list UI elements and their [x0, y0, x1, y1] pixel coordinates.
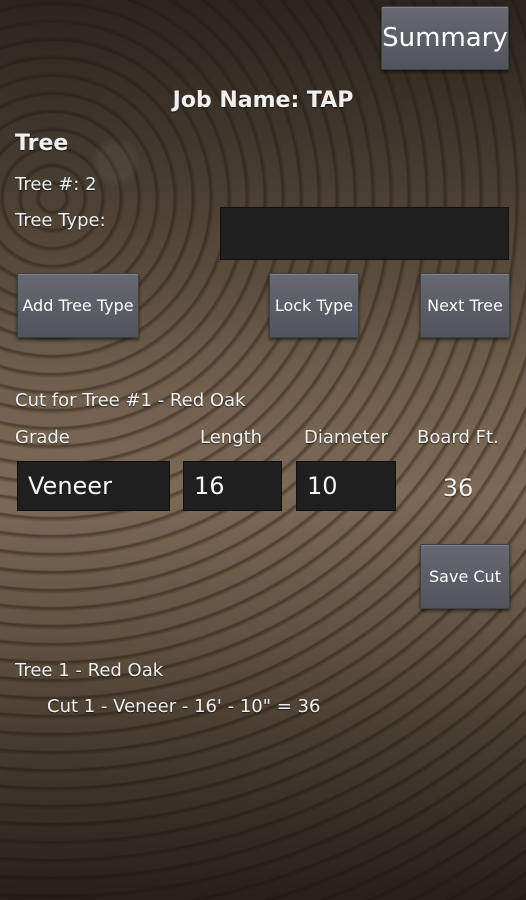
cut-heading: Cut for Tree #1 - Red Oak	[15, 390, 246, 411]
diameter-field[interactable]: 10	[296, 461, 396, 511]
log-tree-item: Tree 1 - Red Oak	[15, 660, 164, 681]
add-tree-type-button[interactable]: Add Tree Type	[17, 273, 139, 338]
lock-type-button[interactable]: Lock Type	[269, 273, 359, 338]
job-name-title: Job Name: TAP	[172, 88, 354, 113]
grade-field[interactable]: Veneer	[17, 461, 170, 511]
grade-column-header: Grade	[15, 427, 70, 448]
length-field[interactable]: 16	[183, 461, 282, 511]
log-cut-item: Cut 1 - Veneer - 16' - 10" = 36	[47, 696, 321, 717]
tree-type-input[interactable]	[220, 207, 509, 260]
background-overlay	[0, 0, 526, 900]
tree-section-title: Tree	[15, 131, 69, 156]
save-cut-button[interactable]: Save Cut	[420, 544, 510, 609]
tree-number-label: Tree #: 2	[15, 174, 97, 195]
summary-button[interactable]: Summary	[381, 6, 509, 70]
board-ft-column-header: Board Ft.	[417, 427, 499, 448]
diameter-column-header: Diameter	[304, 427, 389, 448]
next-tree-button[interactable]: Next Tree	[420, 273, 510, 338]
length-column-header: Length	[200, 427, 263, 448]
tree-type-label: Tree Type:	[15, 210, 106, 231]
board-ft-value: 36	[442, 474, 474, 502]
